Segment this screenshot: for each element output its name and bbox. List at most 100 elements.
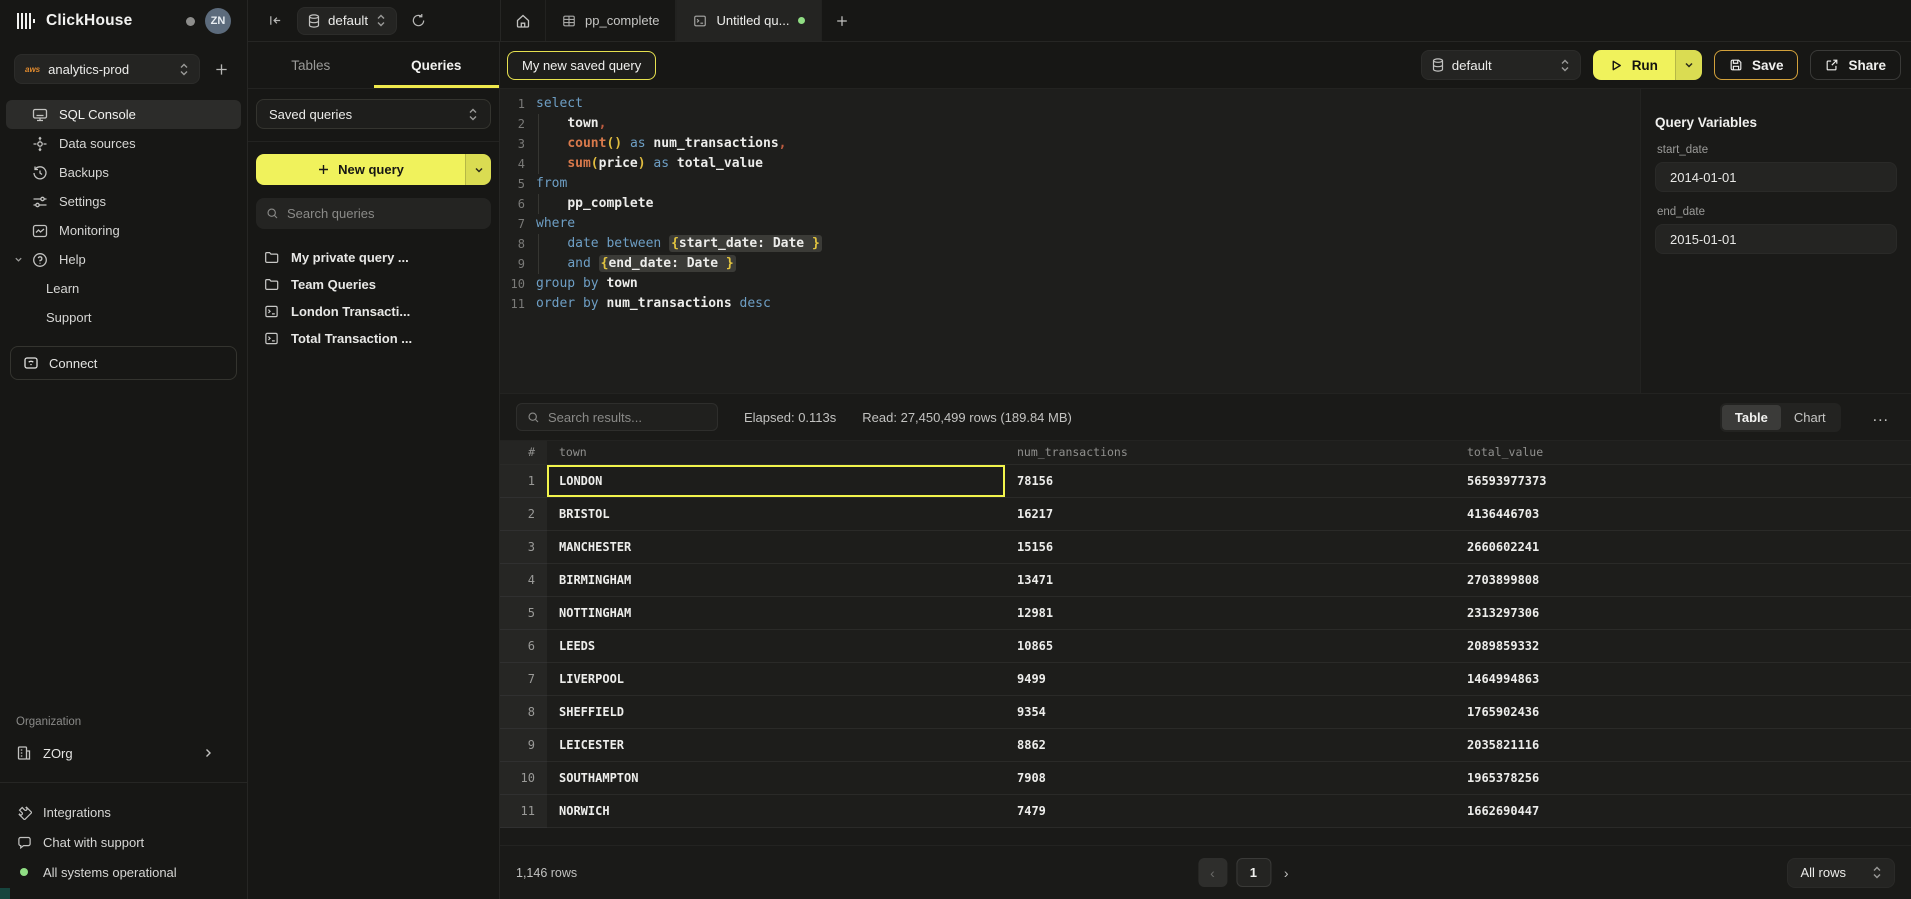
- new-query-button[interactable]: New query: [256, 154, 465, 185]
- search-queries-input[interactable]: [287, 206, 481, 221]
- query-list-item[interactable]: London Transacti...: [256, 298, 491, 325]
- sidebar-item-sql-console[interactable]: SQL Console: [6, 100, 241, 129]
- saved-queries-select[interactable]: Saved queries: [256, 99, 491, 129]
- data-cell[interactable]: 4136446703: [1455, 497, 1911, 530]
- data-cell[interactable]: 56593977373: [1455, 464, 1911, 497]
- data-cell[interactable]: 1965378256: [1455, 761, 1911, 794]
- collapse-sidebar-icon[interactable]: [264, 9, 287, 32]
- row-index-cell[interactable]: 4: [500, 563, 547, 596]
- data-cell[interactable]: SOUTHAMPTON: [547, 761, 1005, 794]
- code-line[interactable]: 9 and {end_date: Date }: [500, 254, 1640, 274]
- connect-button[interactable]: Connect: [10, 346, 237, 380]
- data-cell[interactable]: 1464994863: [1455, 662, 1911, 695]
- data-cell[interactable]: NOTTINGHAM: [547, 596, 1005, 629]
- chart-view-button[interactable]: Chart: [1781, 405, 1839, 430]
- data-cell[interactable]: 2035821116: [1455, 728, 1911, 761]
- organization-selector[interactable]: ZOrg: [6, 738, 241, 768]
- row-index-cell[interactable]: 5: [500, 596, 547, 629]
- refresh-icon[interactable]: [407, 9, 430, 32]
- row-index-cell[interactable]: 11: [500, 794, 547, 827]
- sidebar-item-settings[interactable]: Settings: [6, 187, 241, 216]
- row-index-cell[interactable]: 3: [500, 530, 547, 563]
- code-line[interactable]: 2 town,: [500, 114, 1640, 134]
- row-index-cell[interactable]: 7: [500, 662, 547, 695]
- query-list-item[interactable]: My private query ...: [256, 244, 491, 271]
- tab-pp-complete[interactable]: pp_complete: [545, 0, 676, 41]
- data-cell[interactable]: SHEFFIELD: [547, 695, 1005, 728]
- data-cell[interactable]: 8862: [1005, 728, 1455, 761]
- sidebar-item-data-sources[interactable]: Data sources: [6, 129, 241, 158]
- share-button[interactable]: Share: [1810, 50, 1901, 80]
- query-list-item[interactable]: Total Transaction ...: [256, 325, 491, 352]
- data-cell[interactable]: LONDON: [547, 464, 1005, 497]
- data-cell[interactable]: 15156: [1005, 530, 1455, 563]
- page-size-selector[interactable]: All rows: [1787, 858, 1895, 888]
- code-line[interactable]: 1select: [500, 94, 1640, 114]
- query-list-item[interactable]: Team Queries: [256, 271, 491, 298]
- data-cell[interactable]: LEEDS: [547, 629, 1005, 662]
- row-index-cell[interactable]: 1: [500, 464, 547, 497]
- sidebar-item-backups[interactable]: Backups: [6, 158, 241, 187]
- notification-dot[interactable]: [186, 17, 195, 26]
- row-index-cell[interactable]: 2: [500, 497, 547, 530]
- data-cell[interactable]: 7908: [1005, 761, 1455, 794]
- sidebar-item-learn[interactable]: Learn: [6, 274, 241, 303]
- code-line[interactable]: 6 pp_complete: [500, 194, 1640, 214]
- save-button[interactable]: Save: [1714, 50, 1799, 80]
- user-avatar[interactable]: ZN: [205, 8, 231, 34]
- data-cell[interactable]: 13471: [1005, 563, 1455, 596]
- run-database-selector[interactable]: default: [1421, 50, 1581, 80]
- more-options-icon[interactable]: ...: [1867, 404, 1895, 430]
- tab-queries[interactable]: Queries: [374, 42, 500, 88]
- code-line[interactable]: 8 date between {start_date: Date }: [500, 234, 1640, 254]
- next-page-button[interactable]: ›: [1280, 861, 1293, 885]
- code-line[interactable]: 11order by num_transactions desc: [500, 294, 1640, 314]
- run-button[interactable]: Run: [1593, 50, 1675, 80]
- service-selector[interactable]: aws analytics-prod: [14, 54, 200, 84]
- new-query-caret-button[interactable]: [465, 154, 491, 185]
- row-index-cell[interactable]: 6: [500, 629, 547, 662]
- data-cell[interactable]: 1765902436: [1455, 695, 1911, 728]
- data-cell[interactable]: 16217: [1005, 497, 1455, 530]
- previous-page-button[interactable]: ‹: [1198, 858, 1227, 887]
- sidebar-item-chat-support[interactable]: Chat with support: [6, 827, 241, 857]
- sidebar-item-monitoring[interactable]: Monitoring: [6, 216, 241, 245]
- code-line[interactable]: 10group by town: [500, 274, 1640, 294]
- data-cell[interactable]: 1662690447: [1455, 794, 1911, 827]
- run-options-caret[interactable]: [1675, 50, 1702, 80]
- row-index-cell[interactable]: 10: [500, 761, 547, 794]
- new-tab-button[interactable]: [822, 0, 862, 41]
- column-header-town[interactable]: town: [547, 441, 1005, 464]
- database-selector[interactable]: default: [297, 7, 397, 35]
- end-date-input[interactable]: [1655, 224, 1897, 254]
- start-date-input[interactable]: [1655, 162, 1897, 192]
- sidebar-item-support[interactable]: Support: [6, 303, 241, 332]
- code-line[interactable]: 5from: [500, 174, 1640, 194]
- search-results-input[interactable]: [548, 410, 707, 425]
- data-cell[interactable]: MANCHESTER: [547, 530, 1005, 563]
- data-cell[interactable]: LEICESTER: [547, 728, 1005, 761]
- add-service-button[interactable]: [210, 58, 233, 81]
- data-cell[interactable]: 7479: [1005, 794, 1455, 827]
- sidebar-item-help[interactable]: Help: [6, 245, 241, 274]
- data-cell[interactable]: 2703899808: [1455, 563, 1911, 596]
- code-line[interactable]: 7where: [500, 214, 1640, 234]
- data-cell[interactable]: 10865: [1005, 629, 1455, 662]
- column-header-index[interactable]: #: [500, 441, 547, 464]
- sql-editor[interactable]: 1select2 town,3 count() as num_transacti…: [500, 89, 1640, 393]
- code-line[interactable]: 4 sum(price) as total_value: [500, 154, 1640, 174]
- column-header-total-value[interactable]: total_value: [1455, 441, 1911, 464]
- sidebar-item-integrations[interactable]: Integrations: [6, 797, 241, 827]
- home-icon[interactable]: [501, 0, 545, 41]
- data-cell[interactable]: 78156: [1005, 464, 1455, 497]
- data-cell[interactable]: 2660602241: [1455, 530, 1911, 563]
- system-status[interactable]: All systems operational: [6, 857, 241, 887]
- row-index-cell[interactable]: 9: [500, 728, 547, 761]
- tab-tables[interactable]: Tables: [248, 42, 374, 88]
- data-cell[interactable]: LIVERPOOL: [547, 662, 1005, 695]
- saved-query-tab[interactable]: My new saved query: [507, 51, 656, 80]
- data-cell[interactable]: 12981: [1005, 596, 1455, 629]
- data-cell[interactable]: 9499: [1005, 662, 1455, 695]
- data-cell[interactable]: 2089859332: [1455, 629, 1911, 662]
- data-cell[interactable]: 2313297306: [1455, 596, 1911, 629]
